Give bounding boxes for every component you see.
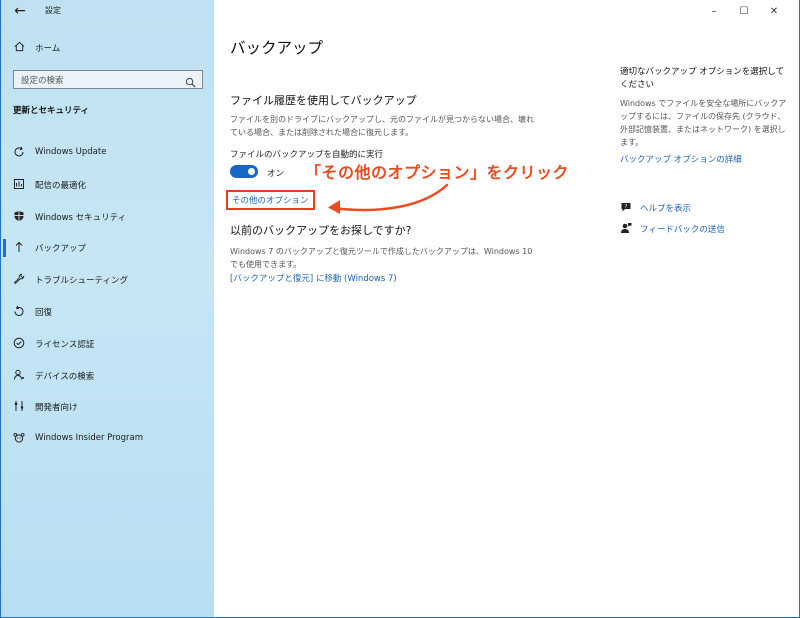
sidebar-item-label: トラブルシューティング — [35, 276, 128, 287]
search-placeholder: 設定の検索 — [21, 76, 64, 86]
sidebar-item-delivery-optimization[interactable]: 配信の最適化 — [1, 170, 214, 202]
help-chat-icon: ? — [620, 201, 632, 213]
refresh-icon — [12, 146, 25, 159]
related-panel: 適切なバックアップ オプションを選択してください Windows でファイルを安… — [620, 66, 790, 165]
backup-options-detail-link[interactable]: バックアップ オプションの詳細 — [620, 153, 790, 165]
main-content: – ☐ ✕ バックアップ ファイル履歴を使用してバックアップ ファイルを別のドラ… — [214, 0, 799, 617]
nav-list: Windows Update 配信の最適化 Windows セキュリティ バック… — [1, 138, 214, 456]
nav-home[interactable]: ホーム — [1, 38, 214, 58]
delivery-icon — [12, 178, 25, 191]
feedback-link-label: フィードバックの送信 — [640, 225, 725, 235]
person-pin-icon — [12, 369, 25, 382]
sidebar-item-label: 開発者向け — [35, 403, 78, 414]
file-history-heading: ファイル履歴を使用してバックアップ — [230, 94, 417, 107]
close-button[interactable]: ✕ — [759, 3, 789, 21]
check-circle-icon — [12, 337, 25, 350]
sidebar-item-find-device[interactable]: デバイスの検索 — [1, 361, 214, 393]
backup-restore-link[interactable]: [バックアップと復元] に移動 (Windows 7) — [230, 272, 397, 284]
sidebar-item-label: 配信の最適化 — [35, 180, 87, 191]
related-title: 適切なバックアップ オプションを選択してください — [620, 67, 784, 90]
search-input[interactable]: 設定の検索 — [13, 70, 203, 89]
sidebar-item-label: Windows Insider Program — [35, 433, 144, 444]
sidebar-item-label: 回復 — [35, 307, 53, 318]
selected-indicator — [3, 239, 6, 258]
file-history-description: ファイルを別のドライブにバックアップし、元のファイルが見つからない場合、壊れてい… — [230, 115, 534, 137]
sidebar-item-windows-update[interactable]: Windows Update — [1, 138, 214, 170]
help-link-label: ヘルプを表示 — [640, 204, 692, 214]
developer-icon — [12, 400, 25, 413]
sidebar-item-backup[interactable]: バックアップ — [1, 233, 214, 265]
window-controls: – ☐ ✕ — [699, 3, 789, 21]
section-title: 更新とセキュリティ — [13, 106, 89, 116]
related-description: Windows でファイルを安全な場所にバックアップするには、ファイルの保存先 … — [620, 99, 787, 147]
home-icon — [14, 41, 25, 55]
sidebar-item-label: Windows セキュリティ — [35, 212, 127, 223]
sidebar-item-label: バックアップ — [35, 244, 87, 255]
svg-text:?: ? — [625, 204, 628, 210]
feedback-icon — [620, 222, 632, 234]
sidebar-item-windows-security[interactable]: Windows セキュリティ — [1, 202, 214, 234]
toggle-state-label: オン — [267, 169, 285, 179]
app-title: 設定 — [45, 6, 61, 15]
nav-home-label: ホーム — [35, 44, 61, 54]
auto-backup-toggle[interactable] — [230, 165, 258, 178]
backup-icon — [12, 241, 25, 254]
sidebar-item-label: Windows Update — [35, 147, 107, 157]
sidebar-item-activation[interactable]: ライセンス認証 — [1, 329, 214, 361]
sidebar-item-label: デバイスの検索 — [35, 371, 95, 382]
sidebar: ← 設定 ホーム 設定の検索 更新とセキュリティ Windows Update … — [1, 0, 214, 617]
previous-backup-heading: 以前のバックアップをお探しですか? — [230, 224, 412, 237]
back-arrow-icon[interactable]: ← — [12, 3, 28, 19]
sidebar-item-insider[interactable]: Windows Insider Program — [1, 424, 214, 456]
annotation-text: 「その他のオプション」をクリック — [305, 163, 570, 182]
sidebar-item-label: ライセンス認証 — [35, 339, 95, 350]
shield-icon — [12, 210, 25, 223]
previous-backup-description: Windows 7 のバックアップと復元ツールで作成したバックアップは、Wind… — [230, 247, 533, 269]
maximize-button[interactable]: ☐ — [729, 3, 759, 21]
sidebar-item-developers[interactable]: 開発者向け — [1, 392, 214, 424]
search-icon[interactable] — [185, 73, 196, 88]
recovery-icon — [12, 305, 25, 318]
page-title: バックアップ — [230, 39, 324, 57]
sidebar-item-recovery[interactable]: 回復 — [1, 297, 214, 329]
wrench-icon — [12, 273, 25, 286]
toggle-knob — [248, 168, 255, 175]
insider-icon — [12, 432, 25, 445]
sidebar-item-troubleshoot[interactable]: トラブルシューティング — [1, 265, 214, 297]
annotation-arrow — [328, 183, 449, 214]
minimize-button[interactable]: – — [699, 3, 729, 21]
title-bar-left: ← 設定 — [1, 0, 214, 24]
more-options-link[interactable]: その他のオプション — [226, 190, 315, 210]
